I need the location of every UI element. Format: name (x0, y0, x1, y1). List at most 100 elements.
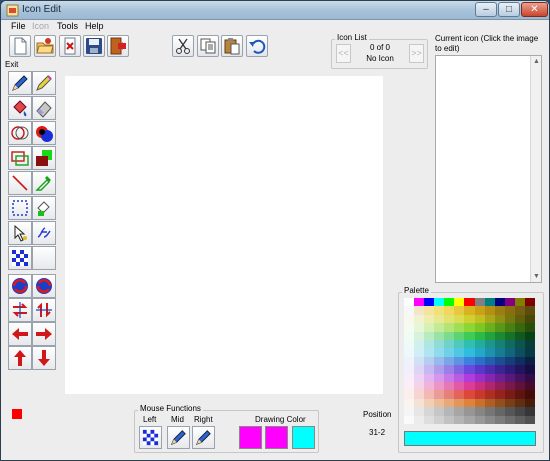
palette-color-cell[interactable] (524, 365, 535, 374)
color-palette-grid[interactable] (404, 298, 535, 424)
palette-color-cell[interactable] (474, 407, 485, 416)
palette-color-cell[interactable] (484, 348, 495, 357)
palette-color-cell[interactable] (454, 306, 465, 315)
palette-color-cell[interactable] (404, 314, 415, 324)
fill-tool[interactable] (8, 96, 32, 120)
palette-color-cell[interactable] (494, 339, 505, 349)
palette-color-cell[interactable] (414, 339, 425, 349)
palette-color-cell[interactable] (474, 390, 485, 399)
palette-color-cell[interactable] (414, 356, 425, 366)
palette-color-cell[interactable] (434, 365, 445, 374)
shift-right-tool[interactable] (32, 322, 56, 346)
palette-color-cell[interactable] (484, 365, 495, 374)
current-icon-preview[interactable]: ▲ ▼ (435, 55, 542, 283)
palette-color-cell[interactable] (504, 365, 515, 374)
new-file-button[interactable] (9, 35, 31, 57)
palette-color-cell[interactable] (414, 348, 425, 357)
palette-color-cell[interactable] (414, 314, 425, 324)
palette-color-cell[interactable] (414, 323, 425, 332)
palette-color-cell[interactable] (464, 348, 475, 357)
palette-color-cell[interactable] (434, 356, 445, 366)
palette-color-cell[interactable] (524, 331, 535, 340)
palette-color-cell[interactable] (424, 356, 435, 366)
menu-help[interactable]: Help (85, 21, 104, 31)
palette-color-cell[interactable] (454, 323, 465, 332)
palette-color-cell[interactable] (504, 314, 515, 324)
recolor-tool[interactable] (32, 196, 56, 220)
palette-color-cell[interactable] (464, 381, 475, 391)
palette-color-cell[interactable] (514, 398, 525, 408)
palette-color-cell[interactable] (454, 356, 465, 366)
palette-color-cell[interactable] (424, 314, 435, 324)
palette-color-cell[interactable] (494, 373, 505, 382)
palette-color-cell[interactable] (414, 381, 425, 391)
palette-color-cell[interactable] (474, 381, 485, 391)
palette-color-cell[interactable] (404, 381, 415, 391)
palette-color-cell[interactable] (494, 314, 505, 324)
palette-color-cell[interactable] (514, 331, 525, 340)
palette-color-cell[interactable] (414, 415, 425, 424)
palette-color-cell[interactable] (464, 306, 475, 315)
palette-color-cell[interactable] (504, 298, 515, 307)
palette-color-cell[interactable] (474, 415, 485, 424)
palette-color-cell[interactable] (404, 407, 415, 416)
filled-ellipse-tool[interactable] (32, 121, 56, 145)
palette-color-cell[interactable] (514, 407, 525, 416)
palette-color-cell[interactable] (454, 390, 465, 399)
palette-color-cell[interactable] (474, 323, 485, 332)
palette-color-cell[interactable] (434, 381, 445, 391)
palette-color-cell[interactable] (484, 415, 495, 424)
palette-color-cell[interactable] (514, 390, 525, 399)
palette-color-cell[interactable] (474, 373, 485, 382)
palette-color-cell[interactable] (484, 331, 495, 340)
palette-color-cell[interactable] (474, 339, 485, 349)
palette-color-cell[interactable] (404, 339, 415, 349)
left-color-swatch[interactable] (239, 426, 262, 449)
palette-color-cell[interactable] (434, 390, 445, 399)
palette-color-cell[interactable] (504, 373, 515, 382)
palette-color-cell[interactable] (444, 323, 455, 332)
transparency-tool[interactable] (8, 246, 32, 270)
palette-color-cell[interactable] (434, 415, 445, 424)
flip-vertical-tool[interactable] (32, 298, 56, 322)
palette-color-cell[interactable] (524, 407, 535, 416)
palette-color-cell[interactable] (424, 365, 435, 374)
palette-color-cell[interactable] (524, 415, 535, 424)
palette-color-cell[interactable] (424, 381, 435, 391)
palette-color-cell[interactable] (464, 339, 475, 349)
palette-color-cell[interactable] (454, 365, 465, 374)
palette-color-cell[interactable] (414, 373, 425, 382)
palette-color-cell[interactable] (414, 306, 425, 315)
palette-color-cell[interactable] (474, 314, 485, 324)
palette-color-cell[interactable] (434, 323, 445, 332)
ellipse-tool[interactable] (8, 121, 32, 145)
palette-color-cell[interactable] (424, 306, 435, 315)
palette-color-cell[interactable] (454, 331, 465, 340)
palette-color-cell[interactable] (494, 306, 505, 315)
current-icon-scrollbar[interactable]: ▲ ▼ (530, 56, 541, 282)
palette-color-cell[interactable] (464, 323, 475, 332)
palette-color-cell[interactable] (424, 390, 435, 399)
rotate-right-tool[interactable] (32, 274, 56, 298)
palette-color-cell[interactable] (444, 373, 455, 382)
palette-color-cell[interactable] (414, 407, 425, 416)
palette-color-cell[interactable] (454, 339, 465, 349)
mid-color-swatch[interactable] (265, 426, 288, 449)
palette-color-cell[interactable] (494, 381, 505, 391)
palette-color-cell[interactable] (404, 373, 415, 382)
palette-color-cell[interactable] (444, 339, 455, 349)
palette-color-cell[interactable] (444, 331, 455, 340)
previous-icon-button[interactable]: << (336, 44, 351, 63)
palette-color-cell[interactable] (404, 331, 415, 340)
palette-color-cell[interactable] (454, 348, 465, 357)
palette-color-cell[interactable] (494, 348, 505, 357)
palette-color-cell[interactable] (494, 298, 505, 307)
mid-mouse-tool[interactable] (167, 426, 190, 449)
palette-color-cell[interactable] (444, 314, 455, 324)
pointer-tool[interactable] (8, 221, 32, 245)
text-tool[interactable] (32, 221, 56, 245)
palette-color-cell[interactable] (464, 407, 475, 416)
palette-color-cell[interactable] (404, 365, 415, 374)
right-color-swatch[interactable] (292, 426, 315, 449)
palette-color-cell[interactable] (504, 356, 515, 366)
